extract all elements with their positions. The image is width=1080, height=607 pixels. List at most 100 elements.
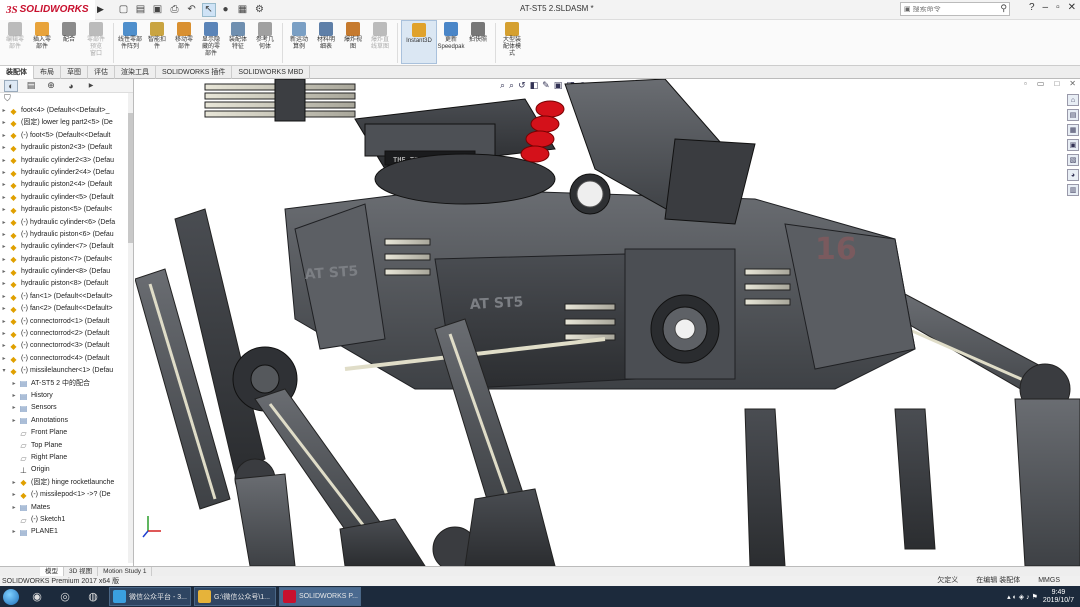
expand-arrow-icon[interactable]: ▸: [0, 316, 8, 328]
ribbon-button-bom[interactable]: 材料明 细表: [313, 20, 339, 51]
tree-node[interactable]: ▸ ◆ hydraulic piston<7> (Default<: [0, 254, 133, 266]
expand-arrow-icon[interactable]: ▸: [10, 378, 18, 390]
tree-node[interactable]: ▸ ◆ hydraulic cylinder<5> (Default: [0, 192, 133, 204]
tree-node[interactable]: ▸ ◆ (-) fan<1> (Default<<Default>: [0, 291, 133, 303]
expand-arrow-icon[interactable]: ▸: [0, 204, 8, 216]
bottom-tab[interactable]: 模型: [40, 566, 64, 577]
expand-arrow-icon[interactable]: ▸: [0, 278, 8, 290]
file-props-icon[interactable]: ▦: [236, 3, 250, 17]
taskbar-window-button[interactable]: G:\微信公众号\1...: [194, 587, 276, 606]
expand-arrow-icon[interactable]: ▸: [0, 254, 8, 266]
expand-arrow-icon[interactable]: ▸: [0, 192, 8, 204]
panel-scrollbar[interactable]: [128, 93, 133, 563]
rebuild-icon[interactable]: ●: [219, 3, 233, 17]
open-icon[interactable]: ▤: [134, 3, 148, 17]
help-icon[interactable]: ?: [1029, 2, 1035, 13]
tree-node[interactable]: ▱ Right Plane: [0, 452, 133, 464]
tree-node[interactable]: ▸ ◆ hydraulic cylinder2<4> (Defau: [0, 167, 133, 179]
tree-node[interactable]: ⊥ Origin: [0, 464, 133, 476]
tree-node[interactable]: ▸ ◆ hydraulic cylinder2<3> (Defau: [0, 155, 133, 167]
expand-arrow-icon[interactable]: ▸: [0, 130, 8, 142]
ribbon-button-assembly-feature[interactable]: 装配体 特征: [225, 20, 251, 51]
tree-node[interactable]: ▸ ◆ hydraulic piston2<4> (Default: [0, 179, 133, 191]
tree-node[interactable]: ▸ ▤ PLANE1: [0, 526, 133, 538]
ribbon-button-edit-component[interactable]: 编辑零 部件: [2, 20, 28, 51]
tree-node[interactable]: ▸ ▤ History: [0, 390, 133, 402]
command-tab[interactable]: 渲染工具: [115, 65, 156, 79]
ribbon-button-linear-pattern[interactable]: 线性零部 件阵列: [117, 20, 143, 51]
ribbon-button-motion-study[interactable]: 新运动 算例: [286, 20, 312, 51]
ribbon-button-preview[interactable]: 零部件 预览 窗口: [83, 20, 109, 58]
tree-node[interactable]: ▸ ◆ hydraulic piston<5> (Default<: [0, 204, 133, 216]
tree-node[interactable]: ▸ ◆ hydraulic cylinder<7> (Default: [0, 241, 133, 253]
clock[interactable]: 9:49 2019/10/7: [1043, 589, 1074, 605]
tree-node[interactable]: ▸ ◆ (-) hydraulic cylinder<6> (Defa: [0, 217, 133, 229]
ribbon-button-snapshot[interactable]: 拍快照: [465, 20, 491, 44]
scrollbar-thumb[interactable]: [128, 113, 133, 243]
expand-arrow-icon[interactable]: ▸: [0, 241, 8, 253]
ribbon-button-show-hidden[interactable]: 显示隐 藏的零 部件: [198, 20, 224, 58]
expand-arrow-icon[interactable]: ▸: [10, 526, 18, 538]
undo-icon[interactable]: ↶: [185, 3, 199, 17]
expand-arrow-icon[interactable]: ▸: [0, 328, 8, 340]
ribbon-button-smart-fastener[interactable]: 智能扣 件: [144, 20, 170, 51]
pinned-chrome-icon[interactable]: ◍: [80, 587, 106, 606]
command-tab[interactable]: 布局: [34, 65, 61, 79]
expand-arrow-icon[interactable]: ▸: [10, 402, 18, 414]
options-icon[interactable]: ⚙: [253, 3, 267, 17]
ribbon-button-insert-component[interactable]: 插入零 部件: [29, 20, 55, 51]
expand-arrow-icon[interactable]: ▸: [0, 340, 8, 352]
tree-node[interactable]: ▸ ◆ (-) connectorrod<1> (Default: [0, 316, 133, 328]
expand-arrow-icon[interactable]: ▸: [0, 266, 8, 278]
graphics-viewport[interactable]: ⌕ ⌕ ↺ ◧ ✎ ▣ ◨ ◉ ◕ ◆ ▭ ▫ ▭ □ ✕ ⌂ ▤ ▦ ▣ ▧ …: [135, 79, 1080, 566]
filter-icon[interactable]: ⛉: [0, 93, 133, 105]
units-selector[interactable]: MMGS: [1038, 576, 1060, 586]
expand-arrow-icon[interactable]: ▸: [10, 489, 18, 501]
tree-node[interactable]: ▸ ◆ (-) foot<5> (Default<<Default: [0, 130, 133, 142]
tree-node[interactable]: ▸ ▤ Annotations: [0, 415, 133, 427]
search-icon[interactable]: ⚲: [1000, 3, 1007, 14]
config-manager-tab-icon[interactable]: ⊕: [44, 80, 58, 92]
menu-expand-icon[interactable]: ▶: [95, 0, 107, 20]
ribbon-button-speedpak[interactable]: 更新 Speedpak: [437, 20, 465, 51]
ribbon-button-large-assembly[interactable]: 大型装 配体模 式: [499, 20, 525, 58]
tree-node[interactable]: ▸ ◆ hydraulic piston2<3> (Default: [0, 142, 133, 154]
tree-node[interactable]: ▱ Top Plane: [0, 440, 133, 452]
tree-node[interactable]: ▸ ◆ (-) connectorrod<2> (Default: [0, 328, 133, 340]
expand-arrow-icon[interactable]: ▸: [10, 477, 18, 489]
pinned-app-icon[interactable]: ◉: [24, 587, 50, 606]
command-tab[interactable]: 评估: [88, 65, 115, 79]
ribbon-button-instant3d[interactable]: Instant3D: [401, 20, 437, 64]
expand-arrow-icon[interactable]: ▸: [0, 179, 8, 191]
search-input[interactable]: [912, 5, 993, 13]
taskbar-window-button[interactable]: SOLIDWORKS P...: [279, 587, 361, 606]
tree-node[interactable]: ▸ ◆ hydraulic cylinder<8> (Defau: [0, 266, 133, 278]
tree-node[interactable]: ▸ ◆ (-) missilepod<1> ->? (De: [0, 489, 133, 501]
tray-icons[interactable]: ▴ ◐ ◈ ♪ ⚑: [1007, 593, 1038, 601]
restore-icon[interactable]: ▫: [1056, 2, 1060, 13]
panel-more-icon[interactable]: ▶: [84, 80, 98, 92]
expand-arrow-icon[interactable]: ▸: [0, 217, 8, 229]
appearance-tab-icon[interactable]: ◕: [64, 80, 78, 92]
command-tab[interactable]: SOLIDWORKS MBD: [232, 65, 311, 79]
select-icon[interactable]: ↖: [201, 2, 216, 17]
expand-arrow-icon[interactable]: ▸: [0, 117, 8, 129]
ribbon-button-mate[interactable]: 配合: [56, 20, 82, 44]
expand-arrow-icon[interactable]: ▾: [0, 365, 8, 377]
expand-arrow-icon[interactable]: ▸: [0, 105, 8, 117]
expand-arrow-icon[interactable]: ▸: [10, 390, 18, 402]
bottom-tab[interactable]: 3D 视图: [64, 566, 99, 577]
expand-arrow-icon[interactable]: ▸: [0, 142, 8, 154]
tree-node[interactable]: ▸ ▤ Mates: [0, 502, 133, 514]
expand-arrow-icon[interactable]: ▸: [10, 415, 18, 427]
tree-node[interactable]: ▾ ◆ (-) missilelauncher<1> (Defau: [0, 365, 133, 377]
new-icon[interactable]: ▢: [117, 3, 131, 17]
command-tab[interactable]: 装配体: [0, 65, 34, 79]
tree-node[interactable]: ▸ ◆ (-) hydraulic piston<6> (Defau: [0, 229, 133, 241]
tree-node[interactable]: ▸ ▤ Sensors: [0, 402, 133, 414]
tree-node[interactable]: ▸ ◆ foot<4> (Default<<Default>_: [0, 105, 133, 117]
property-manager-tab-icon[interactable]: ▤: [24, 80, 38, 92]
command-tab[interactable]: SOLIDWORKS 插件: [156, 65, 233, 79]
tree-node[interactable]: ▸ ◆ (固定) hinge rocketlaunche: [0, 477, 133, 489]
expand-arrow-icon[interactable]: ▸: [10, 502, 18, 514]
